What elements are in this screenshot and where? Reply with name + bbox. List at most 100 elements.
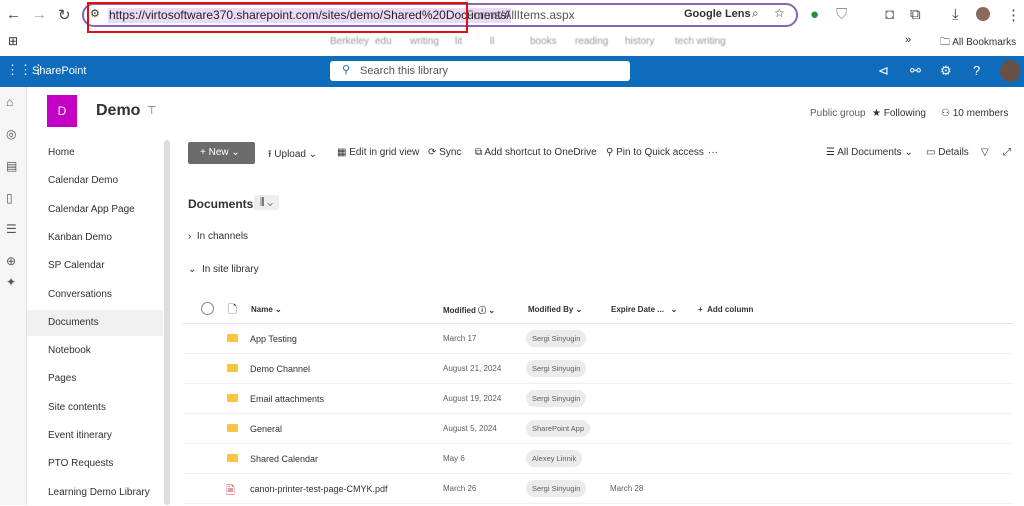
follow-button[interactable]: ★ Following — [872, 108, 926, 119]
table-row[interactable]: App Testing March 17 Sergi Sinyugin — [183, 324, 1013, 354]
modified-date: March 17 — [443, 334, 477, 343]
globe-icon[interactable]: ◎ — [6, 127, 16, 141]
modified-by-persona[interactable]: Sergi Sinyugin — [526, 360, 587, 377]
copilot-icon[interactable]: ✦ — [6, 275, 16, 289]
modified-by-persona[interactable]: SharePoint App — [526, 420, 591, 437]
site-logo: D — [47, 95, 77, 127]
modified-by-persona[interactable]: Sergi Sinyugin — [526, 330, 587, 347]
select-all-checkbox[interactable] — [201, 302, 214, 315]
in-channels-toggle[interactable]: › In channels — [188, 231, 248, 242]
filter-icon[interactable]: ▽ — [981, 147, 989, 158]
all-bookmarks[interactable]: 🗀 All Bookmarks — [940, 35, 1016, 52]
site-title[interactable]: Demo — [96, 102, 140, 120]
members-button[interactable]: ⚇ 10 members — [941, 108, 1008, 119]
modified-by-persona[interactable]: Sergi Sinyugin — [526, 480, 587, 497]
add-column-button[interactable]: + Add column — [698, 305, 753, 314]
modified-date: August 21, 2024 — [443, 364, 502, 373]
add-shortcut-button[interactable]: ⧉ Add shortcut to OneDrive — [475, 147, 597, 158]
bookmark-folder[interactable]: reading — [575, 36, 608, 47]
home-icon[interactable]: ⌂ — [6, 95, 13, 109]
lists-icon[interactable]: ☰ — [6, 222, 17, 236]
app-name[interactable]: SharePoint — [32, 65, 86, 77]
file-name[interactable]: Email attachments — [250, 394, 324, 404]
expand-icon[interactable]: ⤢ — [1003, 147, 1011, 158]
bookmark-folder[interactable]: ll — [490, 36, 494, 47]
details-button[interactable]: ▭ Details — [926, 147, 969, 158]
sync-button[interactable]: ⟳ Sync — [428, 147, 461, 158]
nav-item[interactable]: Event itinerary — [48, 423, 163, 449]
table-row[interactable]: Demo Channel August 21, 2024 Sergi Sinyugi… — [183, 354, 1013, 384]
column-name[interactable]: Name ⌄ — [251, 305, 282, 314]
file-name[interactable]: canon-printer-test-page-CMYK.pdf — [250, 484, 388, 494]
news-icon[interactable]: ▤ — [6, 159, 17, 173]
shortcut-label: Add shortcut to OneDrive — [484, 147, 597, 158]
table-row[interactable]: 🗎 canon-printer-test-page-CMYK.pdf March 2… — [183, 474, 1013, 504]
in-site-library-toggle[interactable]: ⌄ In site library — [188, 264, 259, 275]
bookmark-folder[interactable]: history — [625, 36, 654, 47]
file-name[interactable]: App Testing — [250, 334, 297, 344]
nav-item[interactable]: Calendar Demo — [48, 168, 163, 194]
more-commands-button[interactable]: ··· — [708, 147, 718, 158]
library-view-switcher[interactable]: ⫼ ⌄ — [254, 195, 279, 210]
modified-by-persona[interactable]: Alexey Linnik — [526, 450, 583, 467]
nav-scrollbar[interactable] — [164, 140, 170, 505]
file-name[interactable]: Shared Calendar — [250, 454, 318, 464]
pin-button[interactable]: ⚲ Pin to Quick access — [606, 147, 704, 158]
nav-item[interactable]: Kanban Demo — [48, 225, 163, 251]
more-bookmarks-icon[interactable]: » — [905, 34, 911, 46]
nav-item[interactable]: SP Calendar — [48, 253, 163, 279]
nav-item[interactable]: Pages — [48, 366, 163, 392]
bookmark-folder[interactable]: lit — [455, 36, 462, 47]
table-row[interactable]: Email attachments August 19, 2024 Sergi Si… — [183, 384, 1013, 414]
column-modified[interactable]: Modified ⓘ ⌄ — [443, 305, 495, 316]
bookmark-folder[interactable]: Berkeley — [330, 36, 369, 47]
edit-grid-button[interactable]: ▦ Edit in grid view — [337, 147, 419, 158]
reload-icon[interactable]: ↻ — [58, 6, 71, 24]
table-row[interactable]: Shared Calendar May 6 Alexey Linnik — [183, 444, 1013, 474]
table-row[interactable]: General August 5, 2024 SharePoint App — [183, 414, 1013, 444]
modified-date: March 26 — [443, 484, 477, 493]
nav-item[interactable]: Conversations — [48, 282, 163, 308]
bookmark-folder[interactable]: edu — [375, 36, 392, 47]
forward-icon[interactable]: → — [32, 6, 47, 23]
new-button[interactable]: + New ⌄ — [188, 142, 255, 164]
download-icon[interactable]: ⤓ — [952, 6, 959, 23]
upload-button[interactable]: ⭱ Upload ⌄ — [268, 147, 317, 164]
modified-by-persona[interactable]: Sergi Sinyugin — [526, 390, 587, 407]
shield-icon[interactable]: ⛉ — [836, 6, 847, 23]
nav-item[interactable]: Calendar App Page — [48, 197, 163, 223]
help-icon[interactable]: ? — [973, 63, 980, 78]
nav-item[interactable]: Site contents — [48, 395, 163, 421]
extensions-icon[interactable]: ⧉ — [910, 6, 921, 23]
column-modified-by[interactable]: Modified By ⌄ — [528, 305, 582, 314]
menu-icon[interactable]: ⋮ — [1006, 6, 1021, 24]
search-input[interactable]: ⚲ Search this library — [330, 61, 630, 81]
bookmark-folder[interactable]: books — [530, 36, 557, 47]
megaphone-icon[interactable]: ⊲ — [878, 63, 889, 79]
settings-icon[interactable]: ⚙ — [940, 63, 952, 79]
nav-item[interactable]: Notebook — [48, 338, 163, 364]
add-icon[interactable]: ⊕ — [6, 254, 16, 268]
view-selector[interactable]: ☰ All Documents ⌄ — [826, 147, 913, 158]
nav-item[interactable]: Documents — [27, 309, 163, 336]
google-lens-button[interactable]: Google Lens — [684, 8, 751, 20]
camera-icon[interactable]: ◘ — [885, 6, 894, 23]
nav-item[interactable]: Learning Demo Library — [48, 480, 163, 506]
bookmark-folder[interactable]: writing — [410, 36, 439, 47]
bookmark-folder[interactable]: tech writing — [675, 36, 726, 47]
user-avatar[interactable] — [1000, 60, 1020, 82]
zoom-icon[interactable]: ⌕ — [752, 6, 759, 21]
nav-item[interactable]: PTO Requests — [48, 451, 163, 477]
share-icon[interactable]: ⚯ — [910, 63, 921, 79]
extension-icon[interactable]: ● — [810, 6, 819, 23]
nav-item[interactable]: Home — [48, 140, 163, 166]
back-icon[interactable]: ← — [6, 6, 21, 23]
apps-icon[interactable]: ⊞ — [8, 34, 18, 48]
column-expire-date[interactable]: Expire Date ... ⌄ — [611, 305, 677, 314]
teams-icon[interactable]: ⊤ — [147, 104, 157, 117]
file-name[interactable]: General — [250, 424, 282, 434]
file-name[interactable]: Demo Channel — [250, 364, 310, 374]
file-icon[interactable]: ▯ — [6, 191, 13, 205]
profile-avatar[interactable] — [976, 7, 990, 21]
star-icon[interactable]: ☆ — [774, 6, 785, 20]
